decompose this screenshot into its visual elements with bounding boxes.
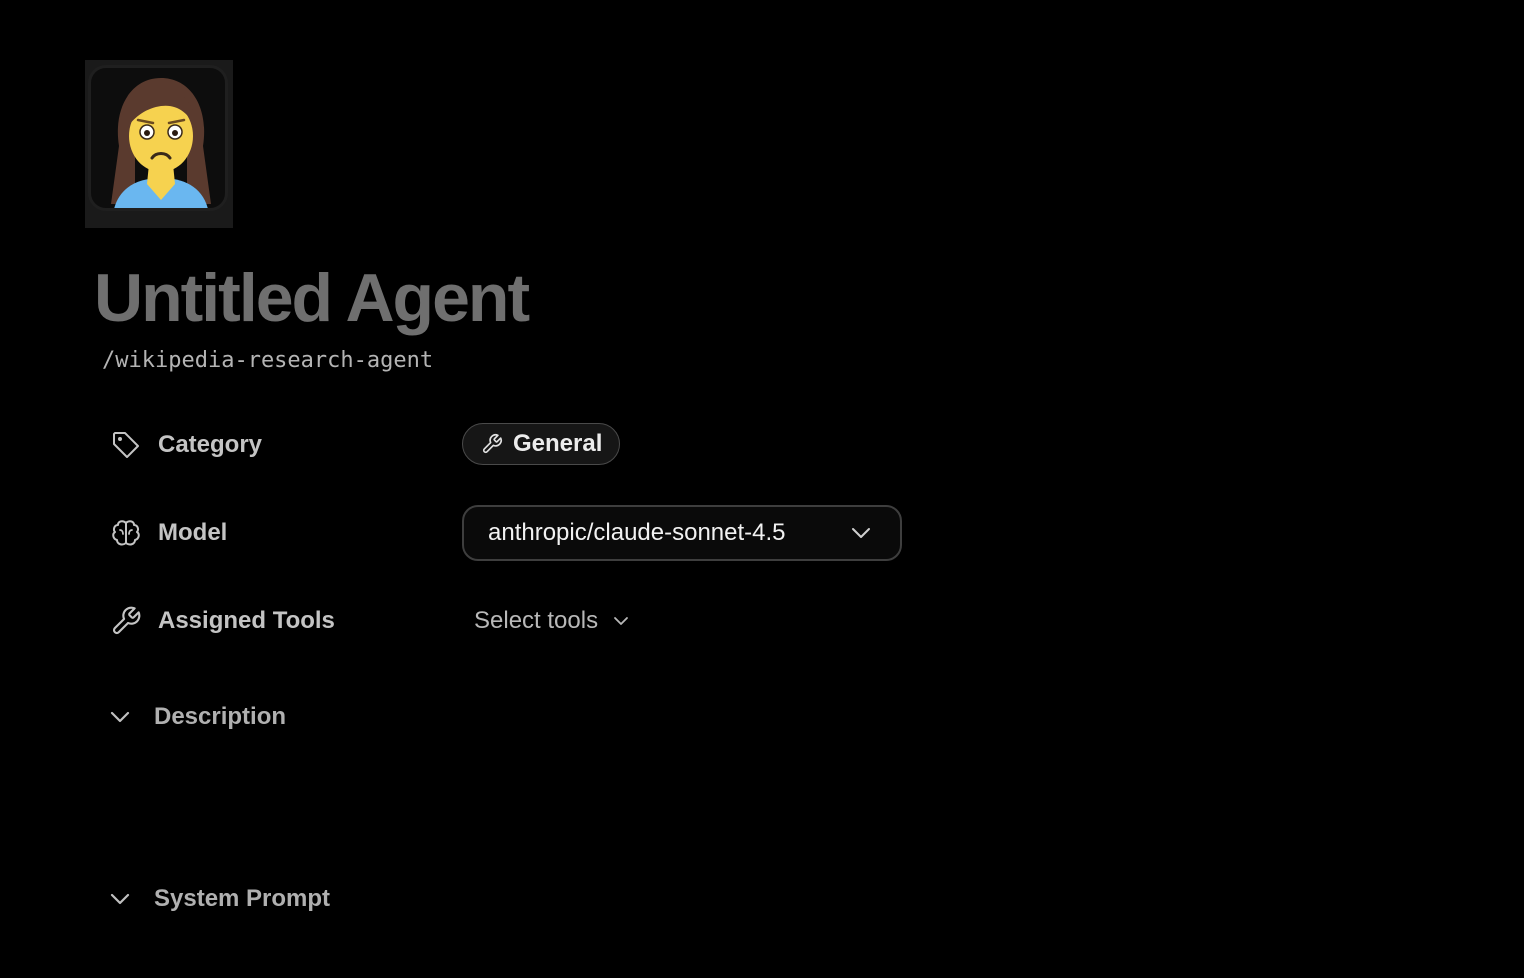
avatar xyxy=(88,65,228,211)
chevron-down-icon xyxy=(852,528,870,538)
chevron-down-icon xyxy=(110,893,130,905)
category-value: General xyxy=(513,430,603,457)
tag-icon xyxy=(113,432,139,458)
model-value: anthropic/claude-sonnet-4.5 xyxy=(488,519,786,546)
wrench-icon xyxy=(112,606,141,635)
tools-label: Assigned Tools xyxy=(158,607,335,634)
system-prompt-title: System Prompt xyxy=(154,885,331,912)
select-tools-button[interactable]: Select tools xyxy=(474,604,630,638)
wrench-icon xyxy=(482,434,502,454)
agent-editor-page: Untitled Agent /wikipedia-research-agent… xyxy=(0,0,1524,978)
category-label: Category xyxy=(158,431,263,458)
avatar-picker[interactable] xyxy=(85,60,233,228)
agent-name[interactable]: Untitled Agent xyxy=(94,256,530,340)
category-pill[interactable]: General xyxy=(462,423,621,465)
description-section-toggle[interactable]: Description xyxy=(108,700,286,734)
woman-avatar-icon xyxy=(111,78,211,208)
chevron-down-icon xyxy=(614,617,628,625)
chevron-down-icon xyxy=(110,711,130,723)
model-select[interactable]: anthropic/claude-sonnet-4.5 xyxy=(462,505,902,561)
agent-slug[interactable]: /wikipedia-research-agent xyxy=(102,346,433,376)
select-tools-label: Select tools xyxy=(474,607,599,634)
system-prompt-section-toggle[interactable]: System Prompt xyxy=(108,882,330,916)
brain-icon xyxy=(112,520,140,546)
description-title: Description xyxy=(154,703,287,730)
model-label: Model xyxy=(158,519,228,546)
